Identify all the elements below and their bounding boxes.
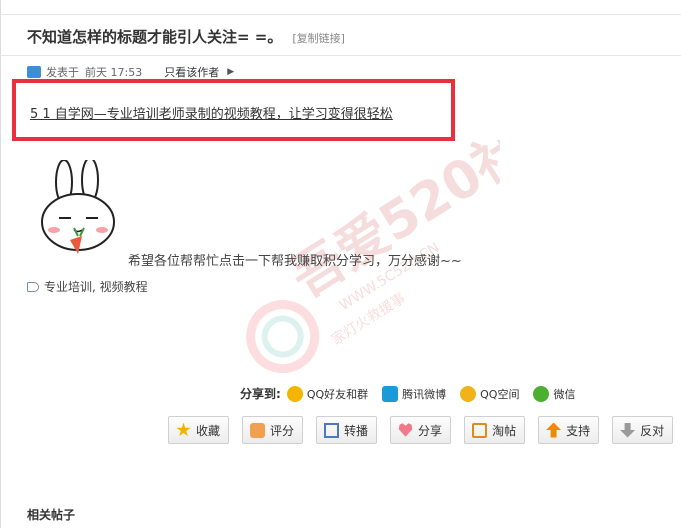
share-qzone[interactable]: QQ空间 [460, 385, 520, 402]
qq-icon [286, 385, 303, 402]
left-border [0, 0, 1, 528]
star-icon [176, 422, 191, 437]
title-row: 不知道怎样的标题才能引人关注= =。 [复制链接] [27, 26, 345, 47]
support-button[interactable]: 支持 [538, 416, 600, 444]
chevron-right-icon: ▶ [227, 67, 235, 77]
thumbs-up-icon [250, 422, 266, 438]
post-message: 希望各位帮帮忙点击一下帮我赚取积分学习，万分感谢~~ [128, 254, 462, 269]
collect-thread-button[interactable]: 淘帖 [464, 416, 526, 444]
top-divider [0, 14, 681, 15]
qzone-icon [460, 385, 477, 402]
author-only-link[interactable]: 只看该作者 [164, 64, 219, 80]
repost-icon [324, 422, 340, 438]
favorite-button[interactable]: 收藏 [168, 416, 230, 444]
related-posts-heading: 相关帖子 [27, 508, 76, 522]
action-bar: 收藏 评分 转播 分享 淘帖 支持 反对 [168, 416, 674, 444]
support-label: 支持 [566, 423, 591, 438]
rabbit-emoticon [41, 160, 115, 254]
post-title: 不知道怎样的标题才能引人关注= =。 [27, 28, 283, 46]
repost-button[interactable]: 转播 [316, 416, 378, 444]
favorite-label: 收藏 [196, 423, 221, 438]
share-wechat-label: 微信 [553, 387, 576, 401]
share-bar: 分享到: QQ好友和群 腾讯微博 QQ空间 微信 [240, 385, 589, 402]
arrow-down-icon [620, 422, 636, 438]
title-divider [0, 55, 681, 56]
user-icon [27, 66, 41, 78]
arrow-up-icon [546, 422, 562, 438]
tag-icon [27, 281, 39, 292]
share-qq[interactable]: QQ好友和群 [286, 385, 369, 402]
share-wechat[interactable]: 微信 [533, 385, 576, 402]
posted-prefix: 发表于 [46, 66, 79, 79]
share-qzone-label: QQ空间 [480, 387, 520, 401]
rate-button[interactable]: 评分 [242, 416, 304, 444]
heart-icon [398, 423, 413, 437]
copy-link-button[interactable]: [复制链接] [292, 30, 345, 46]
folder-icon [472, 422, 488, 438]
tencent-weibo-icon [382, 385, 399, 402]
share-label: 分享到: [240, 387, 281, 401]
share-qq-label: QQ好友和群 [306, 387, 369, 401]
share-label-btn: 分享 [418, 423, 443, 438]
oppose-button[interactable]: 反对 [612, 416, 674, 444]
collect-thread-label: 淘帖 [492, 423, 517, 438]
rate-label: 评分 [270, 423, 295, 438]
tag-list[interactable]: 专业培训, 视频教程 [44, 278, 148, 295]
share-tencent-weibo[interactable]: 腾讯微博 [382, 385, 447, 402]
repost-label: 转播 [344, 423, 369, 438]
post-time: 前天 17:53 [85, 66, 143, 79]
oppose-label: 反对 [640, 423, 665, 438]
share-button[interactable]: 分享 [390, 416, 452, 444]
post-link[interactable]: 5 1 自学网—专业培训老师录制的视频教程，让学习变得很轻松 [30, 103, 393, 122]
wechat-icon [533, 385, 550, 402]
share-tencent-weibo-label: 腾讯微博 [402, 387, 447, 401]
post-tags: 专业培训, 视频教程 [27, 278, 148, 295]
